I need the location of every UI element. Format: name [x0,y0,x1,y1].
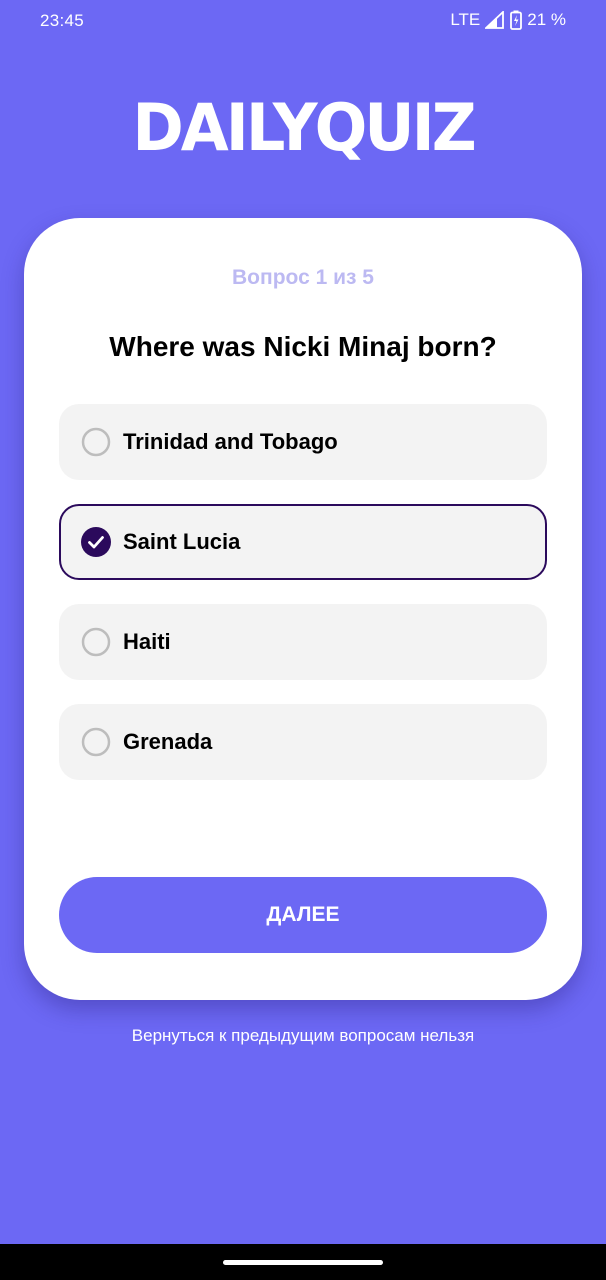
radio-unchecked-icon [81,727,111,757]
radio-unchecked-icon [81,627,111,657]
network-type: LTE [450,10,481,29]
navigation-bar [0,1244,606,1280]
app-logo: DAILYQUIZ [132,89,476,166]
answer-option-label: Haiti [123,629,171,654]
answer-option[interactable]: Trinidad and Tobago [59,404,547,480]
home-indicator[interactable] [223,1260,383,1265]
radio-unchecked-icon [81,427,111,457]
battery-percentage: 21 % [527,10,566,29]
question-text: Where was Nicki Minaj born? [109,331,497,362]
status-bar: 23:45 LTE 21 % [0,0,606,44]
answer-option-selected[interactable]: Saint Lucia [59,504,547,580]
status-time: 23:45 [40,11,85,30]
answer-option-label: Trinidad and Tobago [123,429,338,454]
battery-charging-icon [510,10,523,30]
radio-checked-icon [81,527,111,557]
answer-option-label: Saint Lucia [123,529,241,554]
question-progress: Вопрос 1 из 5 [232,266,374,289]
signal-icon [485,11,505,29]
answer-option[interactable]: Haiti [59,604,547,680]
no-going-back-note: Вернуться к предыдущим вопросам нельзя [131,1026,475,1045]
answer-option-label: Grenada [123,729,213,754]
question-card: Вопрос 1 из 5 Where was Nicki Minaj born… [24,218,582,1000]
status-indicators: LTE 21 % [450,10,566,30]
answer-option[interactable]: Grenada [59,704,547,780]
next-button[interactable]: ДАЛЕЕ [59,877,547,953]
